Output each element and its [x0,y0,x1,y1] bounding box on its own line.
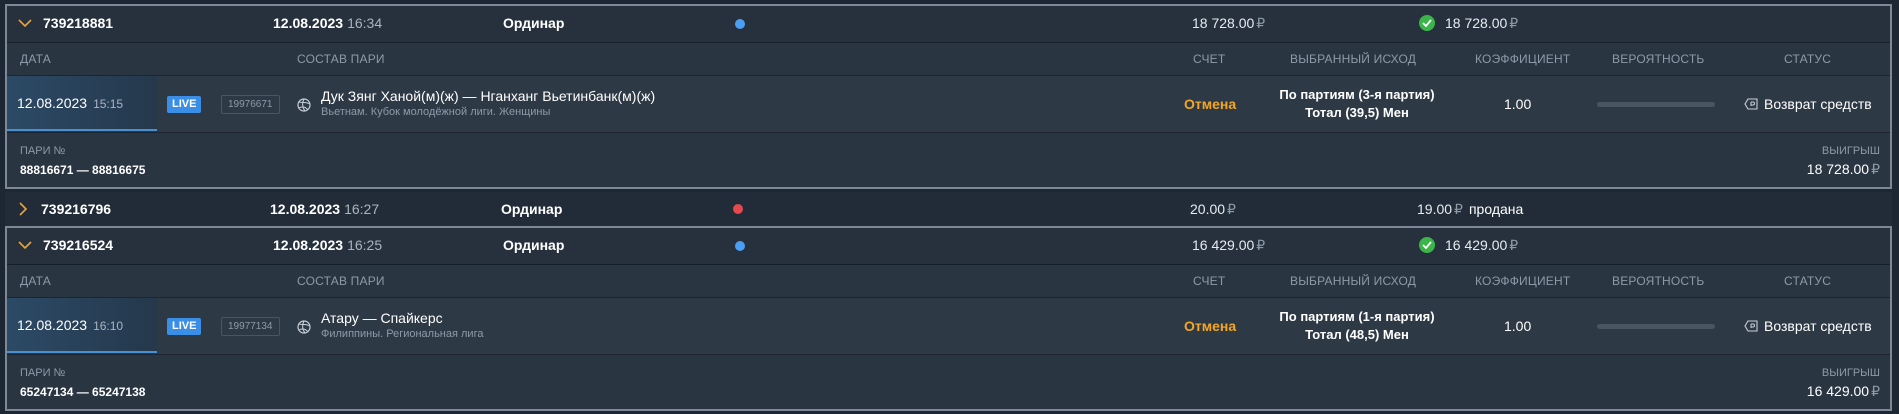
event-score: Отмена [1184,96,1237,112]
bet-header-row[interactable]: 739218881 12.08.2023 16:34 Ординар 18 728… [7,6,1890,43]
event-score: Отмена [1184,318,1237,334]
status-dot [735,241,745,251]
bet-card: 739216796 12.08.2023 16:27 Ординар 20.00 ₽… [5,192,1892,226]
col-date: ДАТА [20,52,51,66]
check-icon [1419,15,1435,31]
bet-date: 12.08.2023 16:27 [270,201,380,217]
bet-header-row[interactable]: 739216796 12.08.2023 16:27 Ординар 20.00 ₽… [5,192,1892,226]
bet-payout: 18 728.00 ₽ [1419,6,1518,40]
event-coef: 1.00 [1504,318,1532,334]
bet-footer: ПАРИ № 65247134 — 65247138 ВЫИГРЫШ 16 42… [7,355,1890,405]
volleyball-icon [297,320,311,334]
pairs-no-value: 65247134 — 65247138 [20,385,146,399]
col-prob: ВЕРОЯТНОСТЬ [1612,274,1705,288]
event-outcome: По партиям (1-я партия) Тотал (48,5) Мен [1279,309,1435,342]
col-status: СТАТУС [1784,52,1832,66]
pairs-no-label: ПАРИ № [20,145,66,157]
columns-header: ДАТА СОСТАВ ПАРИ СЧЕТ ВЫБРАННЫЙ ИСХОД КО… [7,43,1890,76]
event-date: 12.08.2023 16:10 [7,298,157,353]
bet-type: Ординар [503,237,565,253]
event-row[interactable]: 12.08.2023 16:10 LIVE 19977134 Атару — Сп… [7,298,1890,355]
win-label: ВЫИГРЫШ [1821,367,1880,379]
bet-type: Ординар [501,201,563,217]
probability-bar [1597,324,1715,329]
status-dot [733,204,743,214]
bet-card: 739218881 12.08.2023 16:34 Ординар 18 728… [5,4,1892,189]
volleyball-icon [297,98,311,112]
event-status: Возврат средств [1744,298,1872,354]
col-prob: ВЕРОЯТНОСТЬ [1612,52,1705,66]
col-score: СЧЕТ [1193,274,1226,288]
columns-header: ДАТА СОСТАВ ПАРИ СЧЕТ ВЫБРАННЫЙ ИСХОД КО… [7,265,1890,298]
bet-payout: 16 429.00 ₽ [1419,228,1518,262]
chevron-down-icon[interactable] [15,228,35,262]
col-status: СТАТУС [1784,274,1832,288]
refund-icon [1744,320,1758,332]
probability-bar [1597,102,1715,107]
bet-history-list: 739218881 12.08.2023 16:34 Ординар 18 728… [0,0,1899,414]
bet-id: 739218881 [43,15,114,31]
live-badge: LIVE [167,96,202,113]
event-league: Филиппины. Региональная лига [321,328,484,340]
event-coef: 1.00 [1504,96,1532,112]
col-pairs: СОСТАВ ПАРИ [297,52,385,66]
chevron-right-icon[interactable] [13,192,33,226]
chevron-down-icon[interactable] [15,6,35,40]
col-coef: КОЭФФИЦИЕНТ [1475,52,1571,66]
bet-id: 739216796 [41,201,112,217]
bet-stake: 20.00 ₽ [1190,201,1236,217]
bet-type: Ординар [503,15,565,31]
live-badge: LIVE [167,318,202,335]
sold-label: продана [1468,201,1524,217]
event-teams[interactable]: Атару — Спайкерс [321,310,443,326]
bet-payout: 19.00 ₽ продана [1417,192,1523,226]
bet-footer: ПАРИ № 88816671 — 88816675 ВЫИГРЫШ 18 72… [7,133,1890,183]
pairs-no-label: ПАРИ № [20,367,66,379]
pairs-no-value: 88816671 — 88816675 [20,163,146,177]
col-date: ДАТА [20,274,51,288]
refund-icon [1744,98,1758,110]
col-outcome: ВЫБРАННЫЙ ИСХОД [1290,52,1417,66]
bet-id: 739216524 [43,237,114,253]
event-row[interactable]: 12.08.2023 15:15 LIVE 19976671 Дук Зянг Х… [7,76,1890,133]
event-code: 19976671 [221,95,280,114]
status-dot [735,19,745,29]
bet-stake: 18 728.00 ₽ [1192,15,1266,31]
col-coef: КОЭФФИЦИЕНТ [1475,274,1571,288]
win-value: 18 728.00 ₽ [1806,161,1880,177]
event-teams[interactable]: Дук Зянг Ханой(м)(ж) — Нганханг Вьетинба… [321,88,655,104]
col-outcome: ВЫБРАННЫЙ ИСХОД [1290,274,1417,288]
bet-card: 739216524 12.08.2023 16:25 Ординар 16 429… [5,226,1892,411]
win-label: ВЫИГРЫШ [1821,145,1880,157]
event-date: 12.08.2023 15:15 [7,76,157,131]
event-code: 19977134 [221,317,280,336]
event-outcome: По партиям (3-я партия) Тотал (39,5) Мен [1279,87,1435,120]
bet-stake: 16 429.00 ₽ [1192,237,1266,253]
event-status: Возврат средств [1744,76,1872,132]
win-value: 16 429.00 ₽ [1806,383,1880,399]
bet-header-row[interactable]: 739216524 12.08.2023 16:25 Ординар 16 429… [7,228,1890,265]
check-icon [1419,237,1435,253]
col-score: СЧЕТ [1193,52,1226,66]
bet-date: 12.08.2023 16:34 [273,15,383,31]
event-league: Вьетнам. Кубок молодёжной лиги. Женщины [321,106,551,118]
bet-date: 12.08.2023 16:25 [273,237,383,253]
col-pairs: СОСТАВ ПАРИ [297,274,385,288]
